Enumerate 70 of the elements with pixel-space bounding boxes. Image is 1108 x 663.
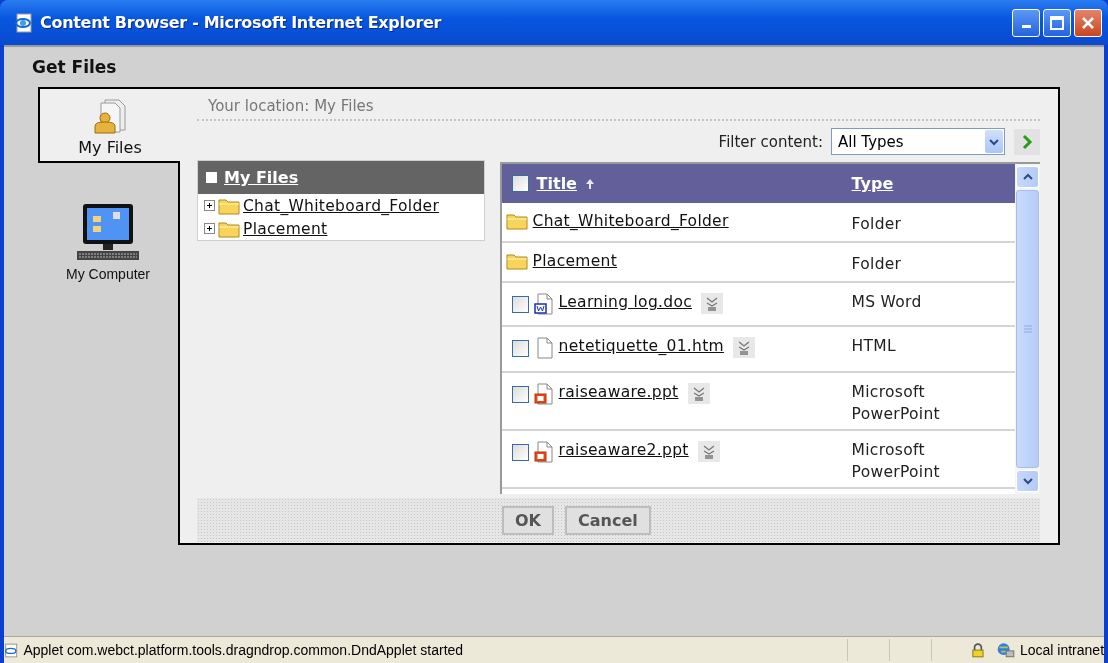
row-checkbox[interactable] <box>511 296 529 313</box>
scrollbar[interactable] <box>1015 164 1040 494</box>
tree-folder-link[interactable]: Chat_Whiteboard_Folder <box>243 196 440 215</box>
row-checkbox[interactable] <box>511 386 529 403</box>
folder-icon <box>505 252 528 270</box>
sidebar-tab[interactable]: My Files <box>38 87 180 163</box>
browser-icon <box>14 12 34 33</box>
slides-document-icon <box>533 383 554 405</box>
globe-icon <box>996 640 1015 660</box>
user-files-icon <box>93 98 127 134</box>
menu-icon <box>691 386 706 401</box>
grip-icon <box>1023 325 1032 333</box>
zone-text: Local intranet <box>1019 642 1105 658</box>
column-header-link[interactable]: Title <box>536 174 577 193</box>
type-cell-text: MS Word <box>850 292 923 313</box>
ok-button[interactable]: OK <box>502 505 554 535</box>
word-document-icon <box>533 293 554 315</box>
actions-menu-button[interactable] <box>701 293 723 314</box>
scroll-down-icon <box>1021 476 1034 486</box>
minimize-button[interactable] <box>1012 8 1040 37</box>
folder-icon <box>218 219 240 238</box>
expand-icon[interactable] <box>204 223 215 234</box>
go-button[interactable] <box>1014 128 1040 155</box>
close-icon <box>1081 15 1095 30</box>
maximize-icon <box>1050 15 1064 30</box>
folder-link[interactable]: Chat_Whiteboard_Folder <box>532 212 729 230</box>
page-heading: Get Files <box>32 57 117 77</box>
sort-up-icon[interactable] <box>584 177 595 190</box>
window-title: Content Browser - Microsoft Internet Explorer <box>40 13 443 32</box>
expand-icon[interactable] <box>204 200 215 211</box>
tree-root-link[interactable]: My Files <box>224 168 299 187</box>
menu-icon <box>701 444 716 459</box>
actions-menu-button[interactable] <box>697 441 720 462</box>
row-checkbox[interactable] <box>511 340 529 357</box>
file-link[interactable]: raiseaware.ppt <box>558 383 679 401</box>
cancel-button[interactable]: Cancel <box>565 505 651 535</box>
type-cell-text: HTML <box>850 336 897 357</box>
file-link[interactable]: raiseaware2.ppt <box>558 441 689 459</box>
folder-icon <box>218 196 240 215</box>
maximize-button[interactable] <box>1043 8 1071 37</box>
actions-menu-button[interactable] <box>732 337 755 358</box>
close-button[interactable] <box>1074 8 1102 37</box>
minimize-icon <box>1021 25 1031 28</box>
select-all-checkbox[interactable] <box>511 175 529 192</box>
type-cell-text: Microsoft PowerPoint <box>850 382 941 425</box>
slides-document-icon <box>533 441 554 463</box>
page-icon <box>4 641 19 659</box>
square-icon <box>206 172 217 183</box>
row-checkbox[interactable] <box>511 444 529 461</box>
file-link[interactable]: Learning log.doc <box>558 293 692 311</box>
tree-folder-link[interactable]: Placement <box>243 219 328 238</box>
location-text: Your location: My Files <box>197 95 1040 121</box>
type-cell-text: Microsoft PowerPoint <box>850 440 941 483</box>
column-header-link[interactable]: Type <box>851 174 894 193</box>
menu-icon <box>705 296 719 311</box>
folder-icon <box>505 212 528 230</box>
filter-label: Filter content: <box>718 132 823 151</box>
chevron-right-icon <box>1021 133 1033 150</box>
actions-menu-button[interactable] <box>687 383 710 404</box>
file-link[interactable]: netetiquette_01.htm <box>558 337 724 355</box>
lock-icon <box>972 641 985 659</box>
status-text: Applet com.webct.platform.tools.dragndrop.common.DndApplet started <box>23 642 465 658</box>
chevron-down-icon <box>988 136 1000 147</box>
type-cell-text: Folder <box>850 214 903 235</box>
filter-dropdown[interactable]: All Types <box>831 128 1005 155</box>
menu-icon <box>736 340 751 355</box>
scroll-up-icon <box>1021 172 1034 182</box>
sidebar-tab[interactable]: My Computer <box>38 193 178 288</box>
folder-link[interactable]: Placement <box>532 252 618 270</box>
type-cell-text: Folder <box>850 254 903 275</box>
